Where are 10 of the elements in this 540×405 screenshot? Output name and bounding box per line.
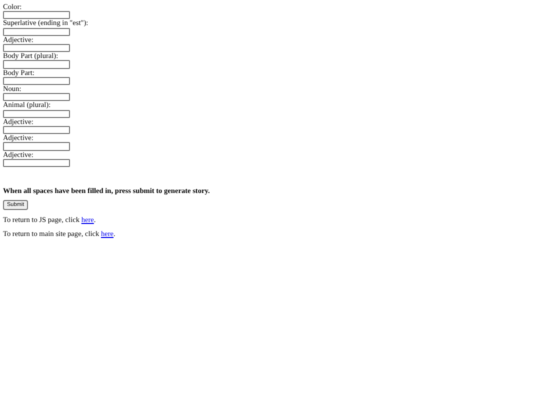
- input-field[interactable]: [3, 28, 70, 36]
- input-field[interactable]: [3, 76, 70, 85]
- input-field[interactable]: [3, 60, 70, 69]
- input-field[interactable]: [3, 11, 70, 20]
- input-field[interactable]: [3, 158, 70, 167]
- input-field[interactable]: [3, 93, 70, 102]
- input-field[interactable]: [3, 110, 70, 118]
- input-field[interactable]: [3, 44, 70, 52]
- input-field[interactable]: [3, 142, 70, 151]
- input-field[interactable]: [3, 126, 70, 134]
